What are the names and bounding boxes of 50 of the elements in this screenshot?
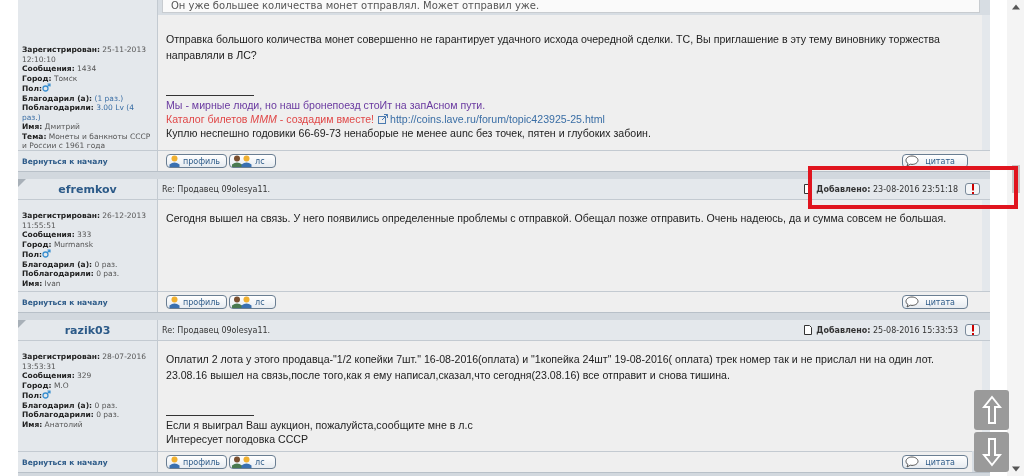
scrollbar[interactable]: [1007, 0, 1024, 476]
users-icon: [232, 456, 253, 468]
profile-button[interactable]: профиль: [166, 154, 228, 168]
private-message-button[interactable]: лс: [229, 154, 276, 168]
male-icon: [41, 390, 51, 399]
private-message-button[interactable]: лс: [229, 295, 276, 309]
post-text: Сегодня вышел на связь. У него появились определенные проблемы с отправкой. Обещал позже отправить. Очень надеюсь, да и сумма совсем не большая.: [166, 211, 948, 226]
report-button[interactable]: [965, 324, 980, 336]
male-icon: [41, 83, 51, 92]
signature-text: Каталог билетов МММ - создадим вместе!: [166, 113, 375, 125]
user-icon: [169, 296, 180, 308]
signature-text: Мы - мирные люди, но наш бронепоезд стоИт на запАсном пути.: [166, 99, 486, 111]
scrollbar-thumb[interactable]: [1011, 165, 1020, 193]
signature-text: Интересует погодовка СССР: [166, 433, 309, 445]
author-name[interactable]: efremkov: [58, 182, 117, 196]
signature-text: Если я выиграл Ваш аукцион, пожалуйста,сообщите мне в л.с: [166, 419, 473, 431]
quote-button[interactable]: цитата: [902, 295, 968, 309]
quote-block: Он уже большее количества монет отправлял. Может отправил уже.: [162, 0, 980, 13]
user-icon: [169, 456, 180, 468]
private-message-button[interactable]: лс: [229, 455, 276, 469]
scroll-down-arrow-icon[interactable]: [1011, 466, 1020, 472]
exclamation-icon: [970, 184, 975, 194]
report-button[interactable]: [965, 183, 980, 195]
users-icon: [232, 296, 253, 308]
corner-mark: [18, 179, 26, 187]
scroll-down-button[interactable]: [974, 432, 1009, 472]
profile-button[interactable]: профиль: [166, 295, 228, 309]
added-date: Добавлено: 23-08-2016 23:51:18: [816, 184, 958, 194]
profile-button[interactable]: профиль: [166, 455, 228, 469]
author-name[interactable]: razik03: [64, 323, 111, 337]
exclamation-icon: [970, 325, 975, 335]
corner-mark: [18, 320, 26, 328]
speech-bubble-icon: [905, 296, 919, 308]
external-link-icon: [378, 114, 389, 124]
speech-bubble-icon: [905, 456, 919, 468]
signature-link[interactable]: http://coins.lave.ru/forum/topic423925-25.html: [390, 113, 605, 125]
added-date: Добавлено: 25-08-2016 15:33:53: [816, 325, 958, 335]
user-icon: [169, 155, 180, 167]
quote-button[interactable]: цитата: [902, 455, 968, 469]
users-icon: [232, 155, 253, 167]
post-subject: Re: Продавец 09olesya11.: [162, 184, 272, 194]
post-subject: Re: Продавец 09olesya11.: [162, 325, 272, 335]
speech-bubble-icon: [905, 155, 919, 167]
scroll-up-arrow-icon[interactable]: [1011, 4, 1020, 10]
post-text: Оплатил 2 лота у этого продавца-"1/2 копейки 7шт." 16-08-2016(оплата) и "1копейка 24шт" 19-08-2016( оплата) трек номер так и не прислал ни на один лот. 23.08.16 вышел на связь,после того,как я ему написал,сказал,что сегодня(23.08.16) все отправит и снова тишина.: [166, 352, 935, 383]
document-icon: [804, 325, 813, 335]
post-text: Отправка большого количества монет совершенно не гарантирует удачного исхода очередной сделки. ТС, Вы приглашение в эту тему виновнику торжества направляли в ЛС?: [166, 32, 941, 63]
male-icon: [41, 249, 51, 258]
signature-text: Куплю неспешно годовики 66-69-73 ненаборые не менее aunc без точек, пятен и глубоких забоин.: [166, 127, 651, 139]
scroll-up-button[interactable]: [974, 390, 1009, 430]
